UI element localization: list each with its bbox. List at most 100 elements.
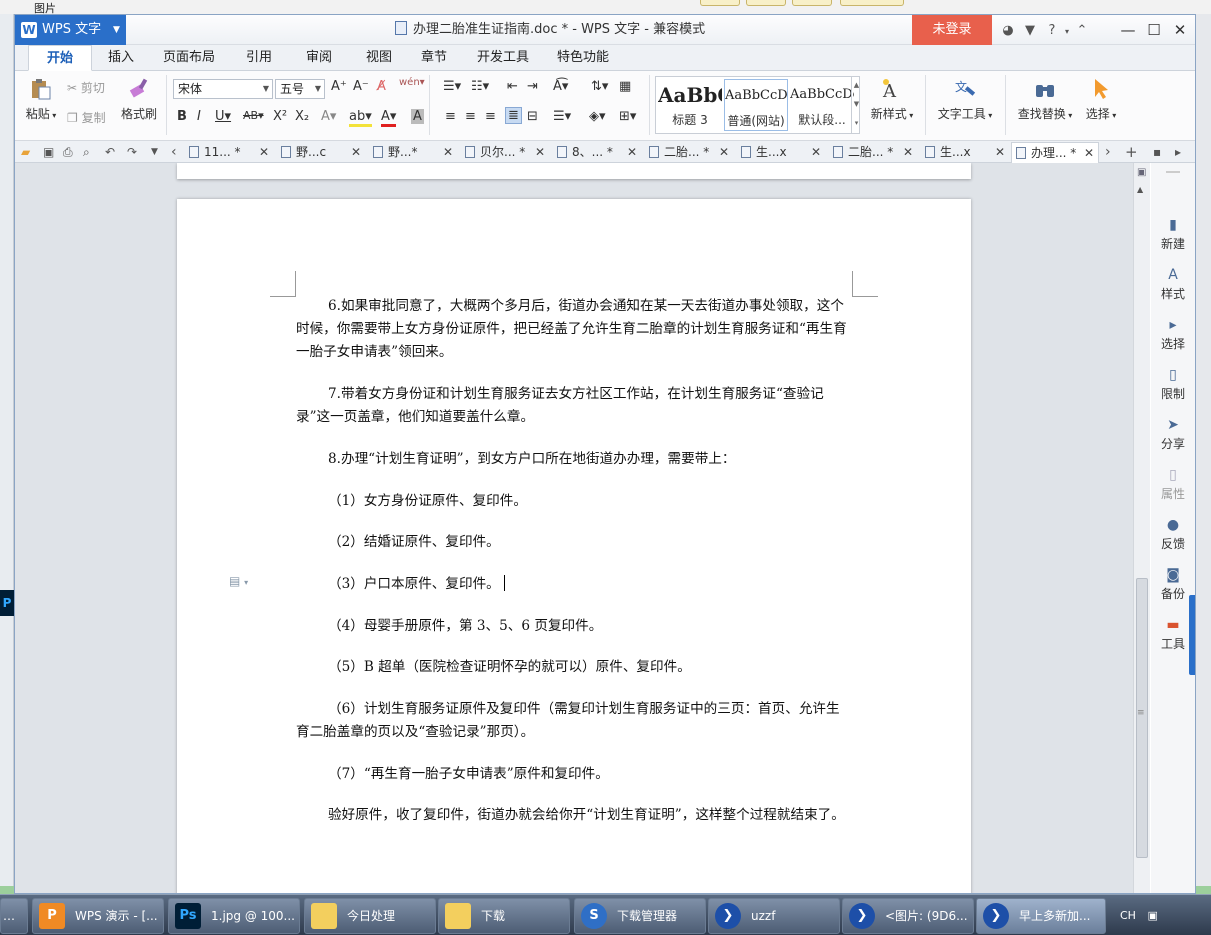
paste-button[interactable]: 粘贴 ▾ bbox=[21, 77, 61, 122]
tab-references[interactable]: 引用 bbox=[229, 45, 289, 71]
side-new-button[interactable]: ▮ 新建 bbox=[1151, 215, 1195, 252]
close-tab-icon[interactable]: ✕ bbox=[995, 142, 1005, 163]
tab-home[interactable]: 开始 bbox=[28, 45, 92, 71]
paragraph[interactable]: （7）“再生育一胎子女申请表”原件和复印件。 bbox=[296, 763, 852, 786]
close-tab-icon[interactable]: ✕ bbox=[811, 142, 821, 163]
font-size-select[interactable]: 五号 ▼ bbox=[275, 79, 325, 99]
close-icon[interactable]: ✕ bbox=[1167, 15, 1193, 45]
close-tab-icon[interactable]: ✕ bbox=[351, 142, 361, 163]
close-tab-icon[interactable]: ✕ bbox=[903, 142, 913, 163]
border-icon[interactable]: ⊞▾ bbox=[619, 109, 636, 124]
paragraph[interactable]: 6.如果审批同意了，大概两个多月后，街道办会通知在某一天去街道办事处领取，这个时… bbox=[296, 295, 852, 364]
doc-tab[interactable]: 二胎... * ✕ bbox=[833, 142, 919, 163]
expand-gallery-icon[interactable]: ▾ bbox=[852, 114, 861, 133]
doc-tab[interactable]: 生...x ✕ bbox=[741, 142, 827, 163]
shrink-font-icon[interactable]: A⁻ bbox=[353, 79, 369, 94]
sort-icon[interactable]: ⇅▾ bbox=[591, 79, 608, 94]
app-menu-button[interactable]: W WPS 文字 ▼ bbox=[15, 15, 126, 45]
paragraph[interactable]: 7.带着女方身份证和计划生育服务证去女方社区工作站，在计划生育服务证“查验记录”… bbox=[296, 383, 852, 429]
taskbar-item[interactable]: S 下载管理器 bbox=[574, 898, 706, 934]
side-panel-collapse-tab[interactable] bbox=[1189, 595, 1195, 675]
subscript-icon[interactable]: X₂ bbox=[295, 109, 309, 124]
close-tab-icon[interactable]: ✕ bbox=[259, 142, 269, 163]
justify-icon[interactable]: ≣ bbox=[505, 107, 522, 124]
italic-icon[interactable]: I bbox=[197, 109, 201, 124]
document-page[interactable]: ▤ ▾ 6.如果审批同意了，大概两个多月后，街道办会通知在某一天去街道办事处领取… bbox=[177, 199, 971, 893]
tab-list-icon[interactable]: ▪ bbox=[1153, 141, 1161, 163]
document-canvas[interactable]: ▤ ▾ 6.如果审批同意了，大概两个多月后，街道办会通知在某一天去街道办事处领取… bbox=[15, 163, 1133, 893]
taskbar-item[interactable]: 今日处理 bbox=[304, 898, 436, 934]
scroll-tabs-right-icon[interactable]: › bbox=[1105, 141, 1111, 163]
customize-toolbar-icon[interactable]: ▼ bbox=[151, 141, 158, 163]
taskbar-item[interactable]: ❯ uzzf bbox=[708, 898, 840, 934]
style-heading-3[interactable]: AaBbC 标题 3 bbox=[658, 79, 722, 131]
doc-tab[interactable]: 生...x ✕ bbox=[925, 142, 1011, 163]
taskbar-item[interactable]: P WPS 演示 - [... bbox=[32, 898, 164, 934]
input-method-icon[interactable]: ▣ bbox=[1147, 909, 1157, 922]
style-gallery-scroll[interactable]: ▲ ▼ ▾ bbox=[851, 76, 861, 134]
increase-indent-icon[interactable]: ⇥ bbox=[527, 79, 538, 94]
doc-tab[interactable]: 野...c ✕ bbox=[281, 142, 367, 163]
paragraph[interactable]: （3）户口本原件、复印件。 bbox=[296, 573, 852, 596]
split-view-icon[interactable]: ▣ bbox=[1137, 167, 1146, 178]
font-color-icon[interactable]: A▾ bbox=[381, 109, 397, 127]
scroll-tabs-left-icon[interactable]: ‹ bbox=[171, 141, 177, 163]
paragraph[interactable]: （1）女方身份证原件、复印件。 bbox=[296, 490, 852, 513]
underline-icon[interactable]: U▾ bbox=[215, 109, 231, 124]
collapse-ribbon-icon[interactable]: ⌃ bbox=[1071, 16, 1093, 46]
tab-view[interactable]: 视图 bbox=[349, 45, 409, 71]
save-icon[interactable]: ▣ bbox=[43, 141, 54, 163]
text-tools-button[interactable]: 文 文字工具 ▾ bbox=[933, 77, 997, 122]
scrollbar-thumb[interactable] bbox=[1136, 578, 1148, 858]
close-tab-icon[interactable]: ✕ bbox=[627, 142, 637, 163]
chevron-down-icon[interactable]: ▼ bbox=[852, 95, 861, 114]
tab-page-layout[interactable]: 页面布局 bbox=[149, 45, 229, 71]
print-icon[interactable]: ⎙ bbox=[63, 141, 73, 163]
clear-format-icon[interactable]: A̸ bbox=[377, 79, 386, 94]
shirt-icon[interactable]: ▼ bbox=[1019, 16, 1041, 46]
help-icon[interactable]: ? bbox=[1041, 16, 1063, 46]
close-tab-icon[interactable]: ✕ bbox=[535, 142, 545, 163]
side-share-button[interactable]: ➤ 分享 bbox=[1151, 415, 1195, 452]
highlight-icon[interactable]: ab▾ bbox=[349, 109, 372, 127]
doc-tab[interactable]: 二胎... * ✕ bbox=[649, 142, 735, 163]
redo-icon[interactable]: ↷ bbox=[127, 141, 137, 163]
undo-icon[interactable]: ↶ bbox=[105, 141, 115, 163]
skin-icon[interactable]: ◕ bbox=[997, 16, 1019, 46]
minimize-icon[interactable]: — bbox=[1115, 15, 1141, 45]
tab-insert[interactable]: 插入 bbox=[93, 45, 149, 71]
find-replace-button[interactable]: 查找替换 ▾ bbox=[1013, 77, 1077, 122]
align-center-icon[interactable]: ≡ bbox=[465, 109, 476, 124]
scroll-up-icon[interactable]: ▲ bbox=[1137, 185, 1143, 194]
chevron-up-icon[interactable]: ▲ bbox=[852, 76, 861, 95]
phonetic-guide-icon[interactable]: wén▾ bbox=[399, 77, 425, 88]
paragraph[interactable]: （4）母婴手册原件，第 3、5、6 页复印件。 bbox=[296, 615, 852, 638]
tab-menu-icon[interactable]: ▸ bbox=[1175, 141, 1181, 163]
paragraph[interactable]: （5）B 超单（医院检查证明怀孕的就可以）原件、复印件。 bbox=[296, 656, 852, 679]
bullets-icon[interactable]: ☰▾ bbox=[443, 79, 461, 94]
taskbar-item-hidden[interactable]: … bbox=[0, 898, 28, 934]
tab-special-features[interactable]: 特色功能 bbox=[545, 45, 621, 71]
paragraph-handle-icon[interactable]: ▤ ▾ bbox=[229, 574, 248, 588]
doc-tab[interactable]: 贝尔... * ✕ bbox=[465, 142, 551, 163]
side-properties-button[interactable]: ▯ 属性 bbox=[1151, 465, 1195, 502]
new-style-button[interactable]: A 新样式 ▾ bbox=[867, 77, 917, 122]
table-grid-icon[interactable]: ▦ bbox=[619, 79, 631, 94]
login-button[interactable]: 未登录 bbox=[912, 15, 992, 45]
paragraph[interactable]: （2）结婚证原件、复印件。 bbox=[296, 531, 852, 554]
paragraph[interactable]: 验好原件，收了复印件，街道办就会给你开“计划生育证明”，这样整个过程就结束了。 bbox=[296, 804, 852, 827]
style-default-paragraph[interactable]: AaBbCcDc 默认段... bbox=[790, 79, 854, 131]
input-language-indicator[interactable]: CH bbox=[1120, 909, 1136, 922]
doc-tab[interactable]: 11... * ✕ bbox=[189, 142, 275, 163]
paragraph[interactable]: 8.办理“计划生育证明”，到女方户口所在地街道办办理，需要带上： bbox=[296, 448, 852, 471]
text-direction-icon[interactable]: A͡▾ bbox=[553, 79, 568, 94]
side-style-button[interactable]: A 样式 bbox=[1151, 265, 1195, 302]
line-spacing-icon[interactable]: ☰▾ bbox=[553, 109, 571, 124]
taskbar-item[interactable]: 下载 bbox=[438, 898, 570, 934]
doc-tab[interactable]: 8、... * ✕ bbox=[557, 142, 643, 163]
taskbar-item[interactable]: ❯ 早上多新加... bbox=[976, 898, 1106, 934]
font-name-select[interactable]: 宋体 ▼ bbox=[173, 79, 273, 99]
grow-font-icon[interactable]: A⁺ bbox=[331, 79, 347, 94]
close-tab-icon[interactable]: ✕ bbox=[719, 142, 729, 163]
strikethrough-icon[interactable]: AB▾ bbox=[243, 109, 264, 122]
